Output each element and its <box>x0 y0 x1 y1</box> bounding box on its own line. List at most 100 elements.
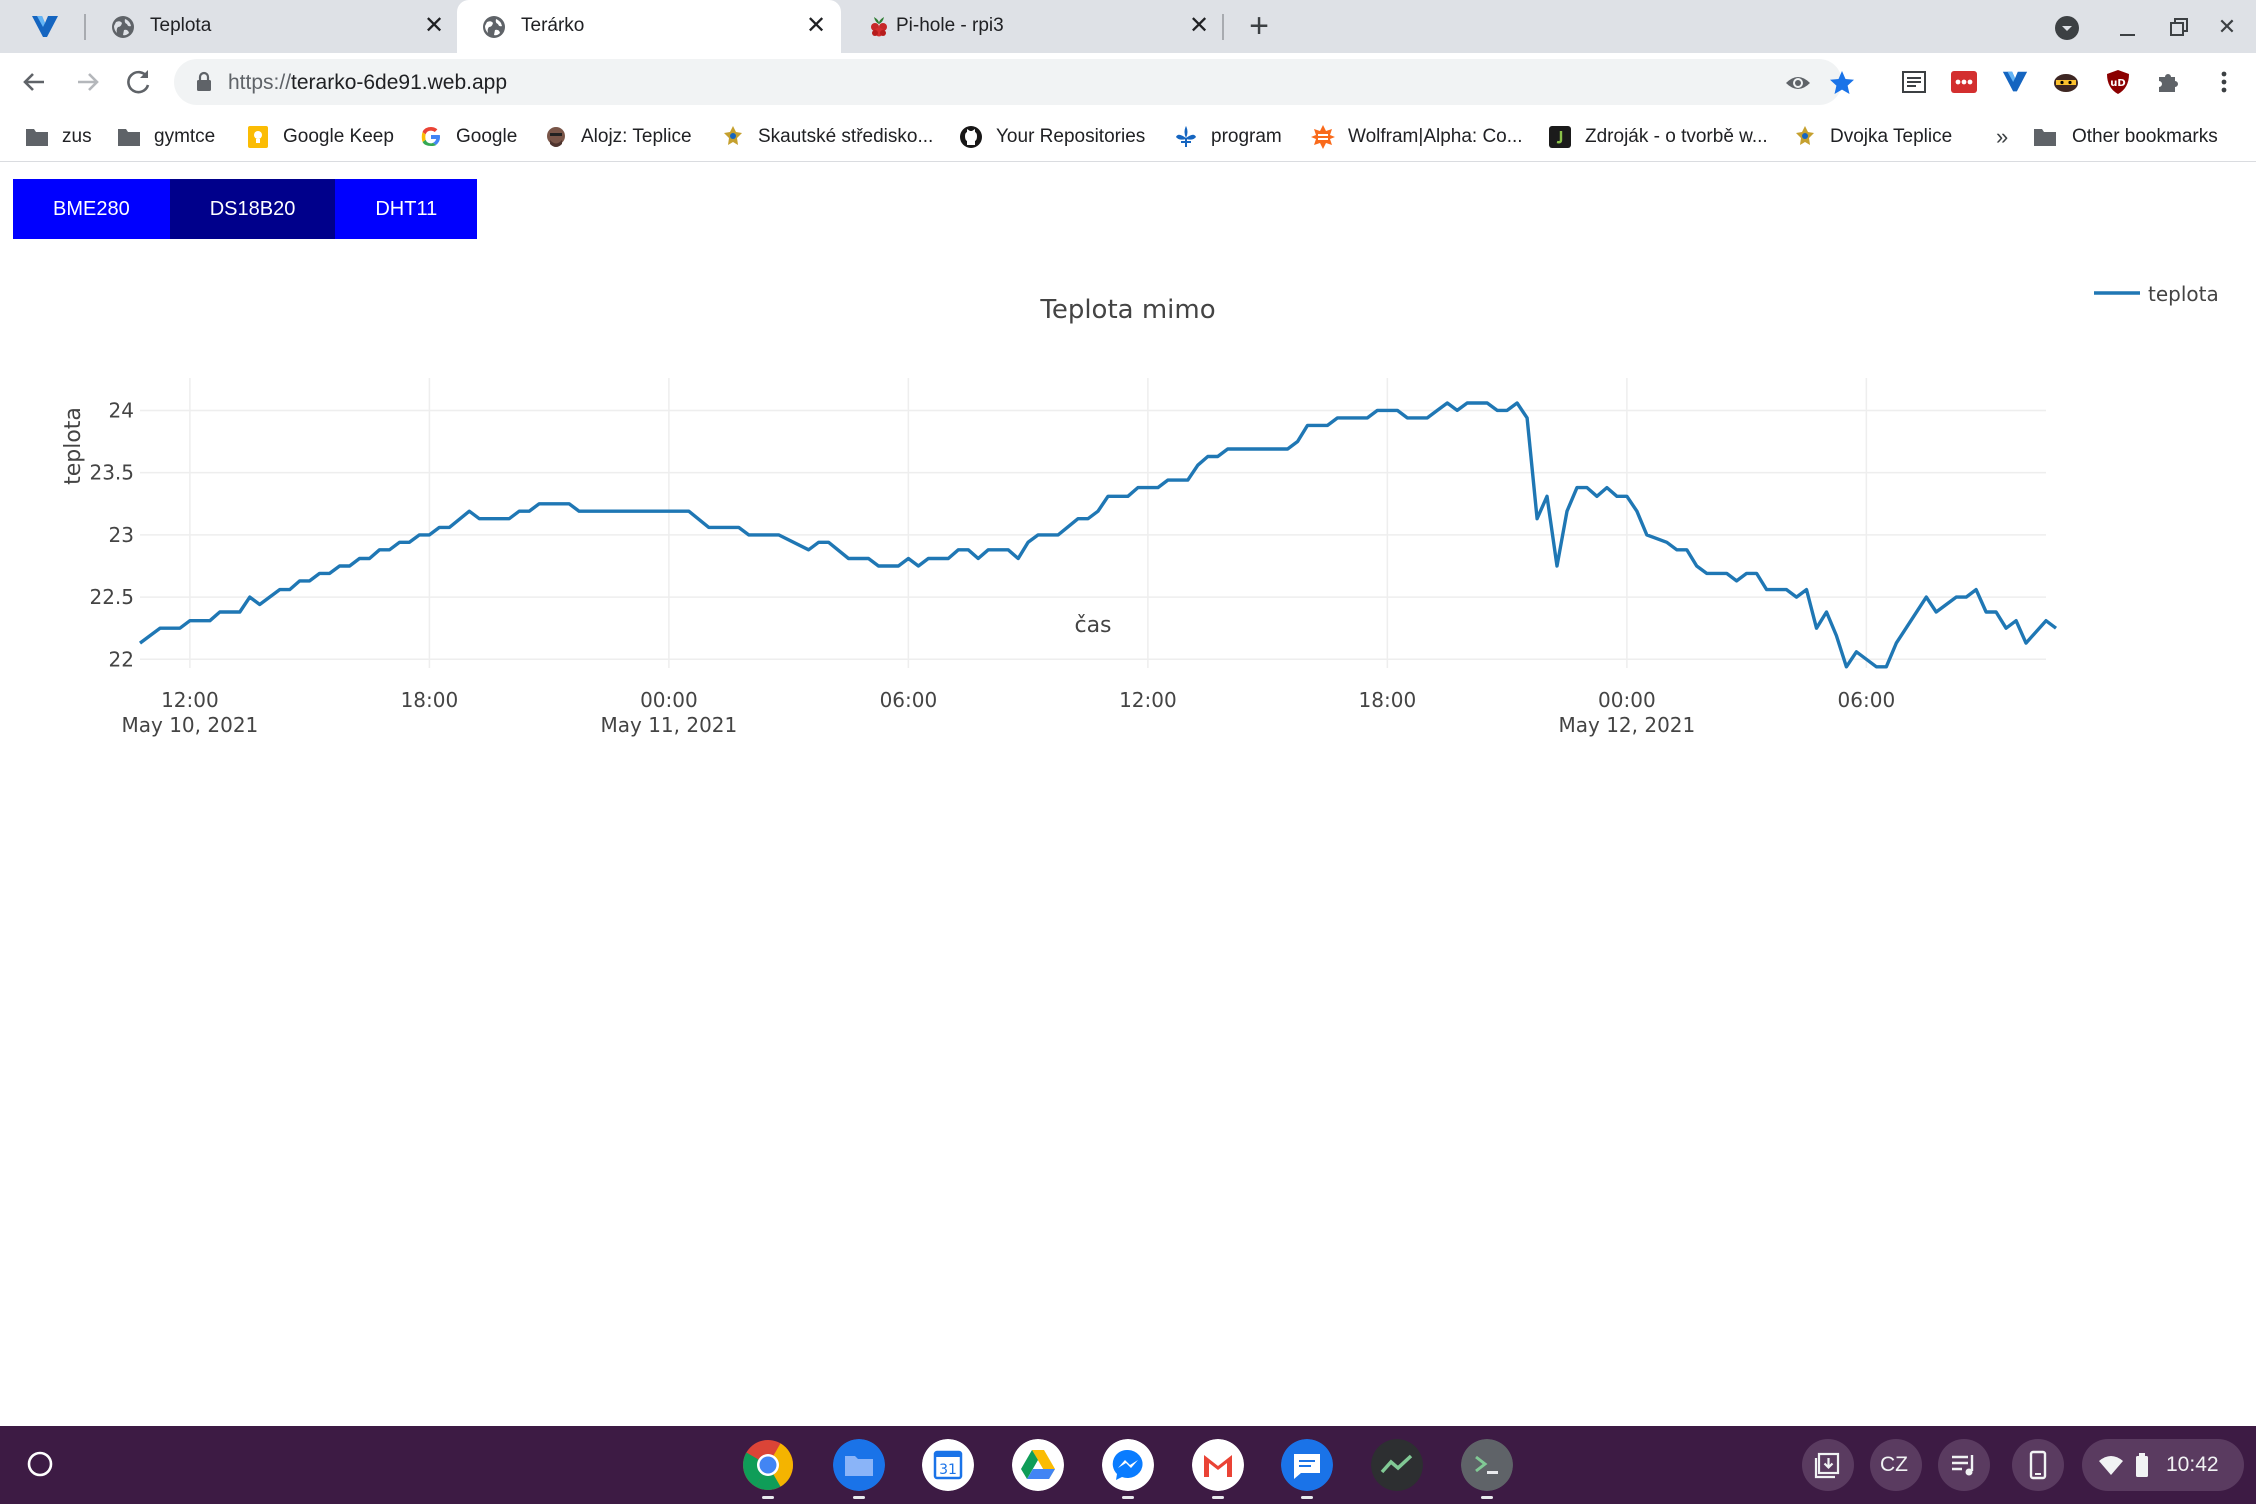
url-scheme: https:// <box>228 71 292 94</box>
globe-icon <box>483 16 505 38</box>
restore-icon[interactable] <box>2163 12 2193 42</box>
reload-icon[interactable] <box>121 64 157 100</box>
bookmark-alojz[interactable]: Alojz: Teplice <box>543 122 692 152</box>
bookmark-label: zus <box>62 126 92 147</box>
launcher-icon[interactable] <box>24 1448 56 1480</box>
temperature-chart: 2222.52323.524 12:00May 10, 202118:00 00:… <box>61 283 2219 737</box>
bookmark-label: Google <box>456 126 518 147</box>
gmail-app-icon[interactable] <box>1192 1439 1244 1491</box>
ime-button[interactable]: CZ <box>1870 1439 1922 1491</box>
sensor-tab-bme280[interactable]: BME280 <box>13 179 170 239</box>
tab-title: Terárko <box>521 15 585 36</box>
keep-icon <box>248 126 268 148</box>
close-window-icon[interactable]: ✕ <box>2212 12 2242 42</box>
bookmark-google-keep[interactable]: Google Keep <box>245 122 394 152</box>
holding-space-button[interactable] <box>1802 1439 1854 1491</box>
new-tab-icon[interactable]: + <box>1244 9 1274 43</box>
bookmark-label: program <box>1211 126 1282 147</box>
bookmark-dvojka-teplice[interactable]: Dvojka Teplice <box>1792 122 1952 152</box>
ninja-extension-icon[interactable] <box>2052 68 2080 96</box>
media-controls-button[interactable] <box>1938 1439 1990 1491</box>
bookmark-skautske-stredisko[interactable]: Skautské středisko... <box>720 122 933 152</box>
bookmark-your-repositories[interactable]: Your Repositories <box>958 122 1145 152</box>
bookmark-wolfram-alpha[interactable]: Wolfram|Alpha: Co... <box>1310 122 1523 152</box>
sensor-tab-dht11[interactable]: DHT11 <box>335 179 478 239</box>
tab-pihole[interactable]: Pi-hole - rpi3 ✕ <box>842 0 1222 53</box>
media-queue-icon <box>1952 1455 1974 1476</box>
chrome-app-icon[interactable] <box>742 1439 794 1491</box>
tab-search-app-icon[interactable] <box>2001 68 2029 96</box>
bookmark-google[interactable]: Google <box>418 122 517 152</box>
tab-separator <box>1222 14 1224 40</box>
bookmarks-overflow-button[interactable]: » <box>1996 122 2008 152</box>
stocks-app-icon[interactable] <box>1371 1439 1423 1491</box>
messenger-app-icon[interactable] <box>1102 1439 1154 1491</box>
tab-title: Pi-hole - rpi3 <box>896 15 1004 36</box>
reading-list-icon[interactable] <box>1900 68 1928 96</box>
tab-search-app-icon[interactable] <box>30 13 60 41</box>
google-icon <box>421 127 440 146</box>
page-content: BME280 DS18B20 DHT11 22 22.5 23 23.5 24 12:0… <box>0 163 2256 1425</box>
bookmark-label: Google Keep <box>283 126 394 147</box>
eye-icon[interactable] <box>1784 69 1812 97</box>
running-indicator <box>1481 1496 1493 1499</box>
bookmark-gymtce[interactable]: gymtce <box>116 122 215 152</box>
minimize-icon[interactable] <box>2112 12 2142 42</box>
x-tick-date-label: May 12, 2021 <box>1558 713 1695 737</box>
svg-text:uD: uD <box>2110 78 2125 89</box>
bookmark-zdrojak[interactable]: Zdroják - o tvorbě w... <box>1547 122 1768 152</box>
forward-icon[interactable] <box>70 64 106 100</box>
running-indicator <box>1301 1496 1313 1499</box>
menu-kebab-icon[interactable] <box>2210 68 2238 96</box>
chart-legend[interactable]: teplota <box>2094 283 2219 306</box>
bookmark-label: Alojz: Teplice <box>581 126 692 147</box>
close-tab-icon[interactable]: ✕ <box>1186 13 1212 39</box>
files-app-icon[interactable] <box>833 1439 885 1491</box>
tab-teplota[interactable]: Teplota ✕ <box>86 0 456 53</box>
back-icon[interactable] <box>16 64 52 100</box>
bookmarks-bar: zus gymtce Google Keep Google Alojz: Tep… <box>0 112 2256 162</box>
running-indicator <box>853 1496 865 1499</box>
legend-label: teplota <box>2148 283 2219 306</box>
folder-icon <box>118 129 140 146</box>
status-area[interactable]: 10:42 <box>2082 1439 2244 1491</box>
lock-icon[interactable] <box>192 70 216 94</box>
chevron-double-right-icon: » <box>1996 124 2009 149</box>
calendar-app-icon[interactable]: 31 <box>922 1439 974 1491</box>
x-axis-ticks: 12:00May 10, 202118:00 00:00May 11, 20210… <box>122 688 1896 737</box>
star-icon[interactable] <box>1828 69 1856 97</box>
folder-icon <box>26 129 48 146</box>
bookmark-label: Dvojka Teplice <box>1830 126 1953 147</box>
url-text: https://terarko-6de91.web.app <box>228 71 507 95</box>
x-tick-label: 18:00 <box>1359 688 1417 712</box>
bookmark-label: Zdroják - o tvorbě w... <box>1585 126 1768 147</box>
bookmark-zus[interactable]: zus <box>24 122 92 152</box>
close-tab-icon[interactable]: ✕ <box>803 13 829 39</box>
tab-strip: Teplota ✕ Terárko ✕ Pi-hole - rpi3 ✕ + ✕ <box>0 0 2256 53</box>
os-shelf: 31 CZ 10:42 <box>0 1426 2256 1504</box>
lastpass-icon[interactable] <box>1950 68 1978 96</box>
running-indicator <box>1212 1496 1224 1499</box>
holding-space-icon <box>1814 1452 1840 1479</box>
tab-terarko[interactable]: Terárko ✕ <box>457 0 841 53</box>
globe-icon <box>112 16 134 38</box>
svg-text:31: 31 <box>939 1462 957 1478</box>
address-bar[interactable]: https://terarko-6de91.web.app <box>174 59 1854 105</box>
bookmark-program[interactable]: program <box>1173 122 1282 152</box>
chart-title: Teplota mimo <box>1039 295 1215 325</box>
running-indicator <box>1122 1496 1134 1499</box>
other-bookmarks[interactable]: Other bookmarks <box>2032 122 2218 152</box>
drive-app-icon[interactable] <box>1012 1439 1064 1491</box>
sensor-nav: BME280 DS18B20 DHT11 <box>13 179 478 239</box>
scout-icon <box>1796 126 1814 145</box>
ublock-icon[interactable]: uD <box>2104 68 2132 96</box>
y-tick-label: 23.5 <box>89 461 134 485</box>
close-tab-icon[interactable]: ✕ <box>421 13 447 39</box>
extensions-puzzle-icon[interactable] <box>2155 68 2183 96</box>
messages-app-icon[interactable] <box>1281 1439 1333 1491</box>
tab-search-icon[interactable] <box>2054 15 2080 41</box>
terminal-app-icon[interactable] <box>1461 1439 1513 1491</box>
sensor-tab-ds18b20[interactable]: DS18B20 <box>169 179 336 239</box>
x-tick-label: 18:00 <box>401 688 459 712</box>
phone-hub-button[interactable] <box>2012 1439 2064 1491</box>
